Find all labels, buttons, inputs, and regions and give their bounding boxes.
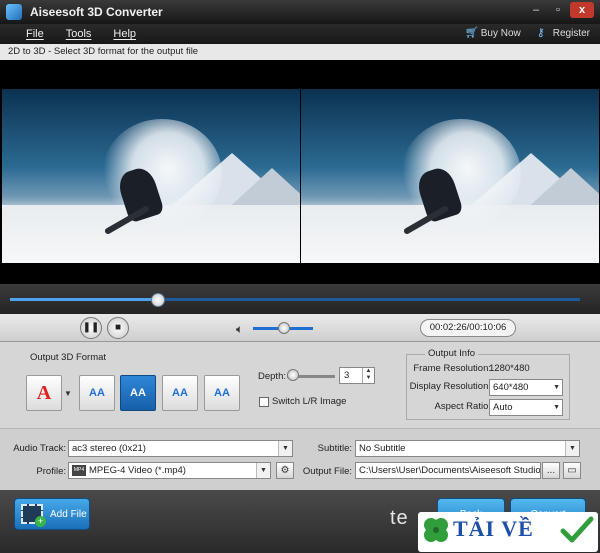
depth-label: Depth: <box>258 371 286 382</box>
menu-tools[interactable]: Tools <box>66 28 92 40</box>
profile-select[interactable]: MP4 MPEG-4 Video (*.mp4) ▼ <box>68 462 271 479</box>
output-file-field[interactable]: C:\Users\User\Documents\Aiseesoft Studio… <box>355 462 541 479</box>
instruction-bar: 2D to 3D - Select 3D format for the outp… <box>0 44 600 60</box>
format-side-by-side-full-button[interactable]: AA <box>120 375 156 411</box>
clover-icon <box>424 518 448 542</box>
format-top-bottom-half-button[interactable]: AA <box>162 375 198 411</box>
browse-button[interactable]: ... <box>542 462 560 479</box>
app-logo-icon <box>6 4 22 20</box>
stop-button[interactable]: ■ <box>107 317 129 339</box>
buy-now-label: Buy Now <box>480 27 521 39</box>
chevron-down-icon: ▼ <box>553 404 560 411</box>
timeline-bar <box>0 284 600 314</box>
maximize-button[interactable]: ▫ <box>548 2 568 18</box>
audio-track-value: ac3 stereo (0x21) <box>72 443 146 454</box>
pause-button[interactable]: ❚❚ <box>80 317 102 339</box>
audio-track-label: Audio Track: <box>13 443 66 454</box>
subtitle-value: No Subtitle <box>359 443 406 454</box>
chevron-down-icon: ▼ <box>553 384 560 391</box>
gear-icon: ⚙ <box>280 465 290 476</box>
profile-settings-button[interactable]: ⚙ <box>276 462 294 479</box>
preview-frame-right <box>301 89 599 263</box>
aspect-ratio-label: Aspect Ratio: <box>434 401 492 412</box>
watermark-text: TẢI VỀ <box>453 516 534 541</box>
spinner-arrows-icon[interactable]: ▲ ▼ <box>362 368 374 383</box>
profile-value: MPEG-4 Video (*.mp4) <box>89 465 186 476</box>
chevron-down-icon: ▼ <box>565 441 579 456</box>
time-display: 00:02:26/00:10:06 <box>420 319 516 337</box>
subtitle-label: Subtitle: <box>317 443 352 454</box>
register-label: Register <box>552 27 590 39</box>
switch-lr-label: Switch L/R Image <box>272 396 347 407</box>
chevron-down-icon: ▼ <box>278 441 292 456</box>
frame-resolution-value: 1280*480 <box>489 363 530 374</box>
snow-spray <box>102 119 222 229</box>
menu-help[interactable]: Help <box>113 28 136 40</box>
register-link[interactable]: ⚷ Register <box>537 27 590 39</box>
open-folder-button[interactable]: ▭ <box>563 462 581 479</box>
buy-now-link[interactable]: 🛒︎ Buy Now <box>465 27 521 39</box>
chevron-down-icon: ▼ <box>256 463 270 478</box>
folder-icon: ▭ <box>567 465 577 476</box>
chevron-down-icon[interactable]: ▼ <box>64 389 72 398</box>
profile-label: Profile: <box>36 466 66 477</box>
aspect-ratio-select[interactable]: Auto ▼ <box>489 399 563 416</box>
menu-file[interactable]: File <box>26 28 44 40</box>
output-file-value: C:\Users\User\Documents\Aiseesoft Studio… <box>359 465 541 476</box>
output-format-label: Output 3D Format <box>30 352 107 363</box>
aspect-ratio-value: Auto <box>493 402 513 413</box>
format-top-bottom-full-button[interactable]: AA <box>204 375 240 411</box>
snow-spray <box>401 119 521 229</box>
menu-right: 🛒︎ Buy Now ⚷ Register <box>465 27 590 39</box>
format-side-by-side-half-button[interactable]: AA <box>79 375 115 411</box>
preview-frame-left <box>2 89 300 263</box>
display-resolution-select[interactable]: 640*480 ▼ <box>489 379 563 396</box>
frame-resolution-label: Frame Resolution: <box>413 363 491 374</box>
output-info-title: Output Info <box>425 348 479 359</box>
cart-icon: 🛒︎ <box>464 27 479 39</box>
settings-panel: Output 3D Format A ▼ AA AA AA AA Depth: … <box>0 342 600 428</box>
volume-knob[interactable] <box>278 322 290 334</box>
timeline-track[interactable] <box>10 298 580 301</box>
display-resolution-label: Display Resolution: <box>409 381 491 392</box>
audio-profile-panel: Audio Track: ac3 stereo (0x21) ▼ Subtitl… <box>0 428 600 490</box>
display-resolution-value: 640*480 <box>493 382 529 393</box>
film-icon: + <box>21 504 46 527</box>
window-controls: – ▫ x <box>526 2 594 18</box>
plus-icon: + <box>35 516 46 527</box>
output-file-label: Output File: <box>302 466 352 477</box>
close-button[interactable]: x <box>570 2 594 18</box>
audio-track-select[interactable]: ac3 stereo (0x21) ▼ <box>68 440 293 457</box>
depth-spinner[interactable]: 3 ▲ ▼ <box>339 367 375 384</box>
video-preview <box>0 60 600 284</box>
add-file-button[interactable]: + Add File <box>14 498 90 530</box>
timeline-progress <box>10 298 159 301</box>
format-anaglyph-button[interactable]: A <box>26 375 62 411</box>
minimize-button[interactable]: – <box>526 2 546 18</box>
add-file-label: Add File <box>50 508 87 520</box>
playback-controls: ❚❚ ■ 🔈︎ 00:02:26/00:10:06 <box>0 314 600 342</box>
timeline-knob[interactable] <box>151 293 166 307</box>
checkmark-icon <box>560 516 594 543</box>
output-info-group: Output Info Frame Resolution: 1280*480 D… <box>406 348 570 420</box>
depth-knob[interactable] <box>287 369 299 381</box>
watermark-partial-text: te <box>390 507 409 529</box>
subtitle-select[interactable]: No Subtitle ▼ <box>355 440 580 457</box>
depth-value: 3 <box>344 370 350 381</box>
window-title: Aiseesoft 3D Converter <box>30 5 163 19</box>
volume-icon[interactable]: 🔈︎ <box>236 322 243 337</box>
switch-lr-checkbox[interactable] <box>259 397 269 407</box>
title-bar: Aiseesoft 3D Converter – ▫ x <box>0 0 600 24</box>
mp4-format-icon: MP4 <box>72 465 86 476</box>
key-icon: ⚷ <box>536 27 545 39</box>
menu-bar: File Tools Help 🛒︎ Buy Now ⚷ Register <box>0 24 600 44</box>
